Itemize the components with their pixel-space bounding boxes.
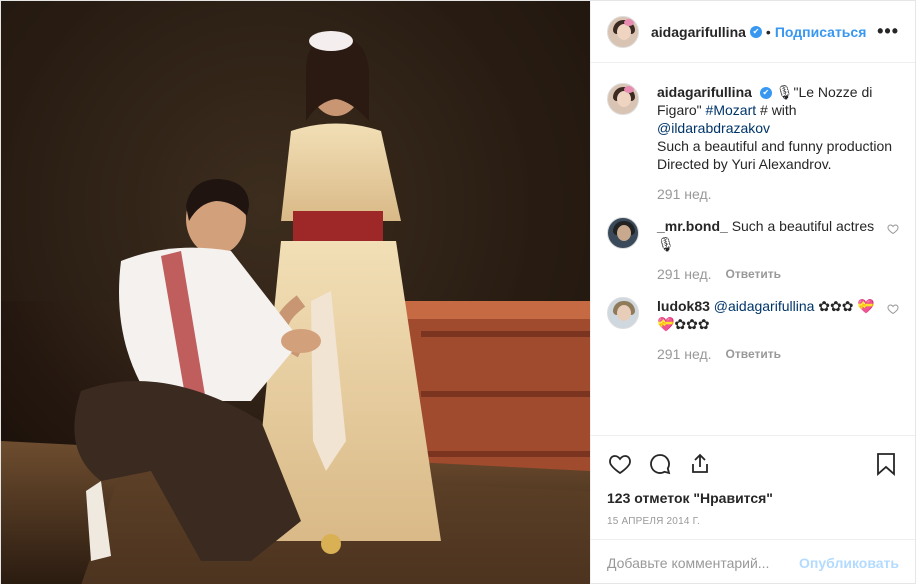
comments-list: aidagarifullina ✔ 🎙"Le Nozze di Figaro" …: [591, 63, 915, 435]
comment-body: _mr.bond_ Such a beautiful actres🎙 291 н…: [657, 217, 879, 283]
commenter-avatar[interactable]: [607, 217, 639, 249]
caption-line: Directed by Yuri Alexandrov.: [657, 156, 832, 172]
caption-line: Such a beautiful and funny production: [657, 138, 893, 154]
comment-time[interactable]: 291 нед.: [657, 345, 712, 363]
follow-button[interactable]: Подписаться: [775, 24, 867, 40]
author-avatar[interactable]: [607, 15, 639, 48]
hashtag-link[interactable]: #Mozart: [706, 102, 757, 118]
reply-button[interactable]: Ответить: [726, 265, 781, 283]
author-username[interactable]: aidagarifullina: [651, 24, 746, 40]
post-photo[interactable]: [1, 1, 590, 584]
like-comment-icon[interactable]: [887, 223, 899, 283]
verified-icon: ✔: [759, 87, 772, 100]
post-actions: 123 отметок "Нравится" 15 апреля 2014 г.: [591, 435, 915, 539]
comment: ludok83 @aidagarifullina ✿✿✿ 💝💝✿✿✿ 291 н…: [607, 297, 899, 363]
caption-username[interactable]: aidagarifullina: [657, 84, 752, 100]
likes-count[interactable]: 123 отметок "Нравится": [607, 490, 899, 506]
mention-link[interactable]: @aidagarifullina: [714, 298, 815, 314]
comment-input[interactable]: [607, 554, 800, 571]
mention-link[interactable]: @ildarabdrazakov: [657, 120, 770, 136]
comment: _mr.bond_ Such a beautiful actres🎙 291 н…: [607, 217, 899, 283]
caption-body: aidagarifullina ✔ 🎙"Le Nozze di Figaro" …: [657, 83, 899, 203]
reply-button[interactable]: Ответить: [726, 345, 781, 363]
opera-stage-photo: [1, 1, 590, 584]
instagram-post: aidagarifullina ✔ • Подписаться ••• aida…: [0, 0, 916, 584]
action-icons: [607, 444, 899, 484]
commenter-username[interactable]: _mr.bond_: [657, 218, 728, 234]
separator: •: [765, 23, 771, 40]
comment-body: ludok83 @aidagarifullina ✿✿✿ 💝💝✿✿✿ 291 н…: [657, 297, 879, 363]
publish-button[interactable]: Опубликовать: [799, 555, 899, 571]
commenter-username[interactable]: ludok83: [657, 298, 710, 314]
caption-avatar[interactable]: [607, 83, 639, 115]
post-date[interactable]: 15 апреля 2014 г.: [607, 516, 899, 539]
caption-text: # with: [756, 102, 797, 118]
add-comment-bar: Опубликовать: [591, 539, 915, 584]
comment-icon[interactable]: [647, 451, 673, 477]
share-icon[interactable]: [687, 451, 713, 477]
post-sidebar: aidagarifullina ✔ • Подписаться ••• aida…: [590, 1, 915, 584]
verified-icon: ✔: [749, 25, 762, 38]
post-header: aidagarifullina ✔ • Подписаться •••: [591, 1, 915, 63]
like-comment-icon[interactable]: [887, 303, 899, 363]
heart-icon[interactable]: [607, 451, 633, 477]
bookmark-icon[interactable]: [873, 451, 899, 477]
caption: aidagarifullina ✔ 🎙"Le Nozze di Figaro" …: [607, 83, 899, 203]
more-options-icon[interactable]: •••: [877, 21, 899, 42]
commenter-avatar[interactable]: [607, 297, 639, 329]
caption-time[interactable]: 291 нед.: [657, 185, 712, 203]
comment-time[interactable]: 291 нед.: [657, 265, 712, 283]
